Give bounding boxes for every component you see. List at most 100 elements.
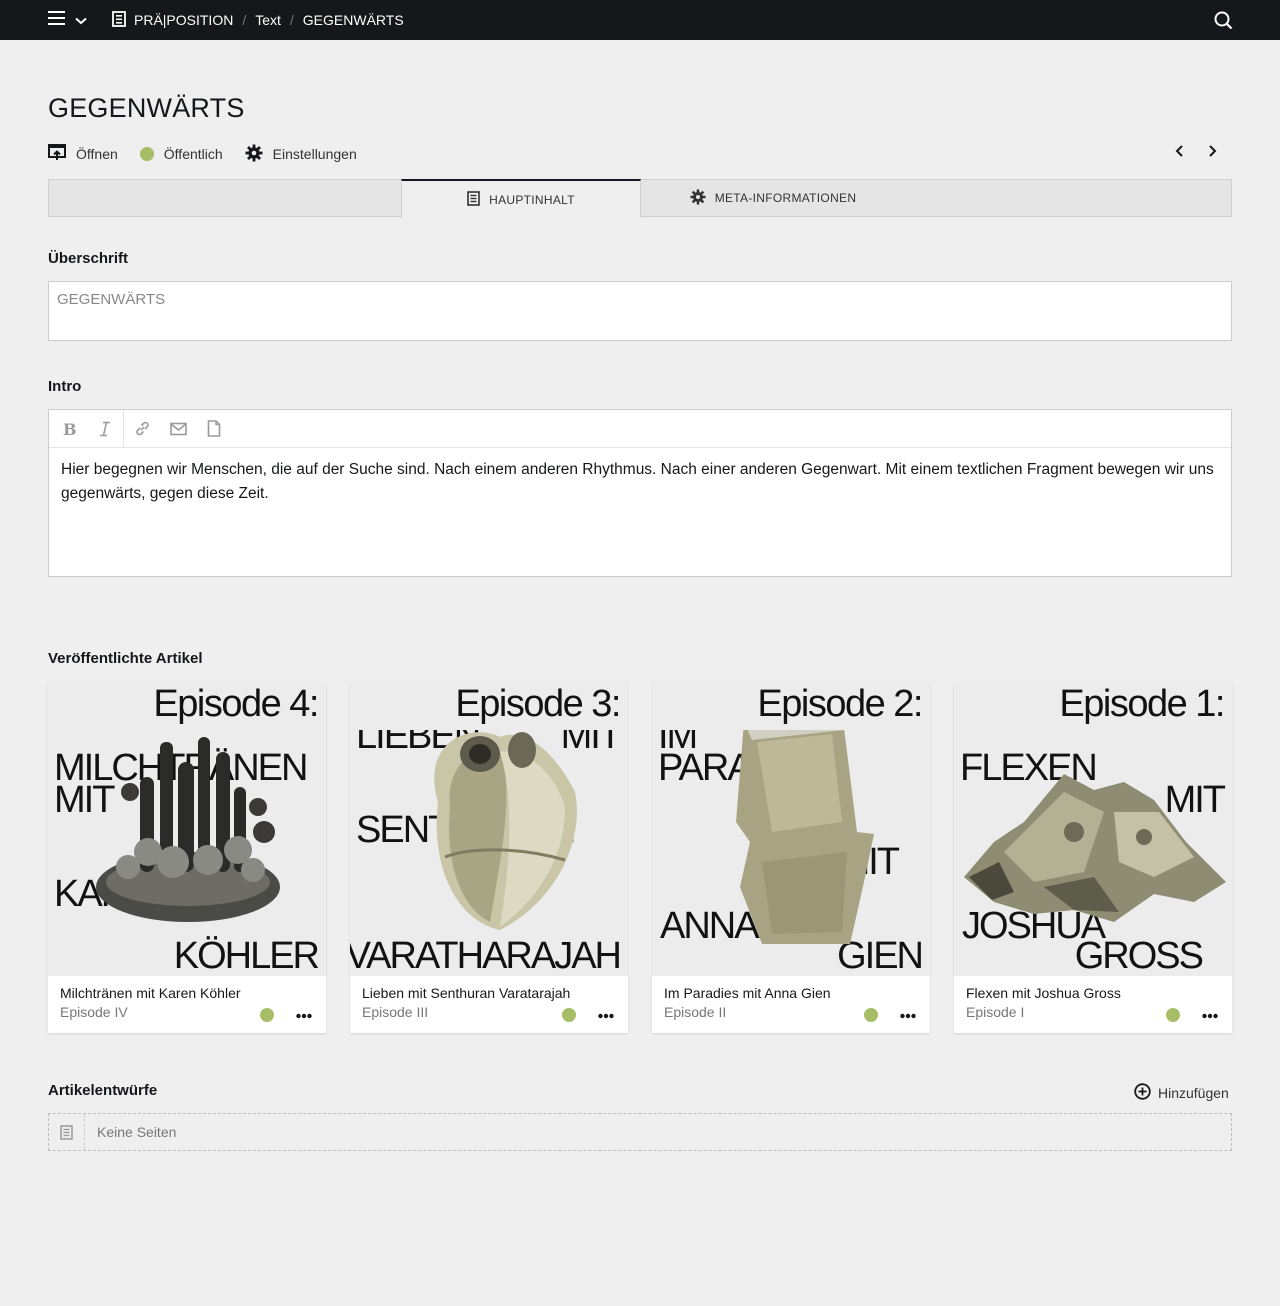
- article-card-info: Milchtränen mit Karen Köhler Episode IV: [48, 976, 326, 1033]
- intro-label: Intro: [48, 378, 82, 395]
- published-articles-list: MILCHTRÄNEN MIT KAREN KÖHLER: [48, 682, 1232, 1033]
- drafts-empty-state: Keine Seiten: [48, 1113, 1232, 1151]
- editor-toolbar: B: [49, 410, 1231, 448]
- ellipsis-icon: [296, 1013, 312, 1019]
- svg-text:KÖHLER: KÖHLER: [174, 935, 319, 976]
- article-episode: Episode III: [362, 1004, 429, 1020]
- cover-episode-text: Episode 2:: [757, 683, 923, 725]
- more-options-button[interactable]: [1202, 1006, 1218, 1024]
- breadcrumb-site-label: PRÄ|POSITION: [134, 12, 234, 28]
- breadcrumb-text[interactable]: Text: [255, 12, 281, 28]
- article-cover-image: LIEBEN MIT SENTHURAN VARATHARAJAH Episod…: [350, 682, 628, 976]
- intro-editor: B Hier begegnen wir Menschen, die auf de…: [48, 409, 1232, 577]
- tab-label: META-INFORMATIONEN: [714, 191, 857, 205]
- article-card-info: Flexen mit Joshua Gross Episode I: [954, 976, 1232, 1033]
- breadcrumb: PRÄ|POSITION / Text / GEGENWÄRTS: [112, 0, 404, 40]
- page-icon: [49, 1114, 85, 1150]
- page-link-button[interactable]: [196, 410, 232, 448]
- article-title: Im Paradies mit Anna Gien: [664, 985, 831, 1001]
- prev-page-button[interactable]: [1174, 144, 1186, 158]
- link-icon: [135, 421, 149, 436]
- page-navigation: [1174, 144, 1218, 158]
- menu-button[interactable]: [48, 11, 87, 30]
- email-button[interactable]: [160, 410, 196, 448]
- gear-icon: [245, 144, 263, 165]
- headline-label: Überschrift: [48, 250, 129, 267]
- tab-main-content[interactable]: HAUPTINHALT: [401, 179, 641, 218]
- breadcrumb-separator: /: [242, 12, 247, 28]
- tab-meta-information[interactable]: META-INFORMATIONEN: [641, 179, 905, 217]
- gear-icon: [690, 188, 706, 208]
- more-options-button[interactable]: [900, 1006, 916, 1024]
- status-button[interactable]: Öffentlich: [139, 146, 223, 162]
- rock-collage-image: FLEXEN MIT JOSHUA GROSS: [960, 747, 1228, 976]
- ellipsis-icon: [1202, 1013, 1218, 1019]
- next-page-button[interactable]: [1206, 144, 1218, 158]
- add-draft-label: Hinzufügen: [1158, 1085, 1229, 1101]
- article-card-info: Im Paradies mit Anna Gien Episode II: [652, 976, 930, 1033]
- breadcrumb-separator: /: [289, 12, 294, 28]
- article-card[interactable]: LIEBEN MIT SENTHURAN VARATHARAJAH Episod…: [350, 682, 628, 1033]
- italic-button[interactable]: [87, 410, 123, 448]
- italic-icon: [100, 421, 110, 436]
- status-dot-icon[interactable]: [562, 1008, 576, 1022]
- drafts-label: Artikelentwürfe: [48, 1082, 158, 1099]
- article-cover-image: MILCHTRÄNEN MIT KAREN KÖHLER: [48, 682, 326, 976]
- article-title: Lieben mit Senthuran Varatarajah: [362, 985, 571, 1001]
- article-cover-image: FLEXEN MIT JOSHUA GROSS Episode 1:: [954, 682, 1232, 976]
- settings-button[interactable]: Einstellungen: [245, 144, 357, 165]
- article-cover-image: IM PARADIES MIT ANNA GIEN Episode 2:: [652, 682, 930, 976]
- search-icon: [1214, 11, 1233, 34]
- svg-text:B: B: [63, 421, 76, 437]
- breadcrumb-current[interactable]: GEGENWÄRTS: [303, 12, 404, 28]
- page-title: GEGENWÄRTS: [48, 93, 245, 123]
- svg-text:MIT: MIT: [1165, 779, 1226, 821]
- ellipsis-icon: [900, 1013, 916, 1019]
- status-dot-icon: [139, 147, 154, 161]
- page-actions: Öffnen Öffentlich Einstellungen: [48, 144, 379, 164]
- svg-text:ANNA: ANNA: [660, 905, 760, 947]
- breadcrumb-site[interactable]: PRÄ|POSITION: [112, 10, 234, 30]
- article-title: Flexen mit Joshua Gross: [966, 985, 1121, 1001]
- svg-text:MIT: MIT: [54, 779, 115, 821]
- open-button[interactable]: Öffnen: [48, 144, 118, 164]
- article-episode: Episode I: [966, 1004, 1025, 1020]
- link-button[interactable]: [124, 410, 160, 448]
- page-icon: [467, 190, 480, 209]
- ellipsis-icon: [598, 1013, 614, 1019]
- status-dot-icon[interactable]: [260, 1008, 274, 1022]
- headline-input[interactable]: GEGENWÄRTS: [48, 281, 1232, 341]
- status-label: Öffentlich: [163, 146, 223, 162]
- svg-text:VARATHARAJAH: VARATHARAJAH: [350, 935, 620, 976]
- more-options-button[interactable]: [598, 1006, 614, 1024]
- cover-episode-text: Episode 3:: [455, 683, 621, 725]
- intro-text[interactable]: Hier begegnen wir Menschen, die auf der …: [49, 448, 1231, 516]
- more-options-button[interactable]: [296, 1006, 312, 1024]
- stone-collage-image: IM PARADIES MIT ANNA GIEN: [652, 682, 930, 976]
- top-bar: PRÄ|POSITION / Text / GEGENWÄRTS: [0, 0, 1280, 40]
- search-button[interactable]: [1214, 11, 1233, 35]
- cover-episode-text: Episode 4:: [153, 683, 319, 725]
- page-icon: [112, 10, 126, 30]
- plus-circle-icon: [1134, 1083, 1151, 1103]
- article-card[interactable]: MILCHTRÄNEN MIT KAREN KÖHLER: [48, 682, 326, 1033]
- bold-icon: B: [63, 421, 76, 437]
- file-icon: [207, 420, 221, 437]
- heart-collage-image: LIEBEN MIT SENTHURAN VARATHARAJAH: [350, 682, 628, 976]
- tab-label: HAUPTINHALT: [489, 192, 575, 207]
- email-icon: [169, 422, 187, 435]
- status-dot-icon[interactable]: [864, 1008, 878, 1022]
- settings-label: Einstellungen: [272, 146, 357, 162]
- status-dot-icon[interactable]: [1166, 1008, 1180, 1022]
- article-card[interactable]: IM PARADIES MIT ANNA GIEN Episode 2: Im …: [652, 682, 930, 1033]
- add-draft-button[interactable]: Hinzufügen: [1134, 1083, 1229, 1103]
- open-preview-icon: [48, 144, 66, 164]
- chevron-down-icon: [75, 12, 87, 30]
- published-articles-label: Veröffentlichte Artikel: [48, 650, 203, 667]
- open-label: Öffnen: [76, 146, 118, 162]
- tab-bar: HAUPTINHALT META-INFORMATIONEN: [48, 179, 1232, 218]
- article-card[interactable]: FLEXEN MIT JOSHUA GROSS Episode 1: Flexe…: [954, 682, 1232, 1033]
- empty-text: Keine Seiten: [97, 1124, 177, 1140]
- bold-button[interactable]: B: [51, 410, 87, 448]
- hamburger-icon: [48, 11, 65, 30]
